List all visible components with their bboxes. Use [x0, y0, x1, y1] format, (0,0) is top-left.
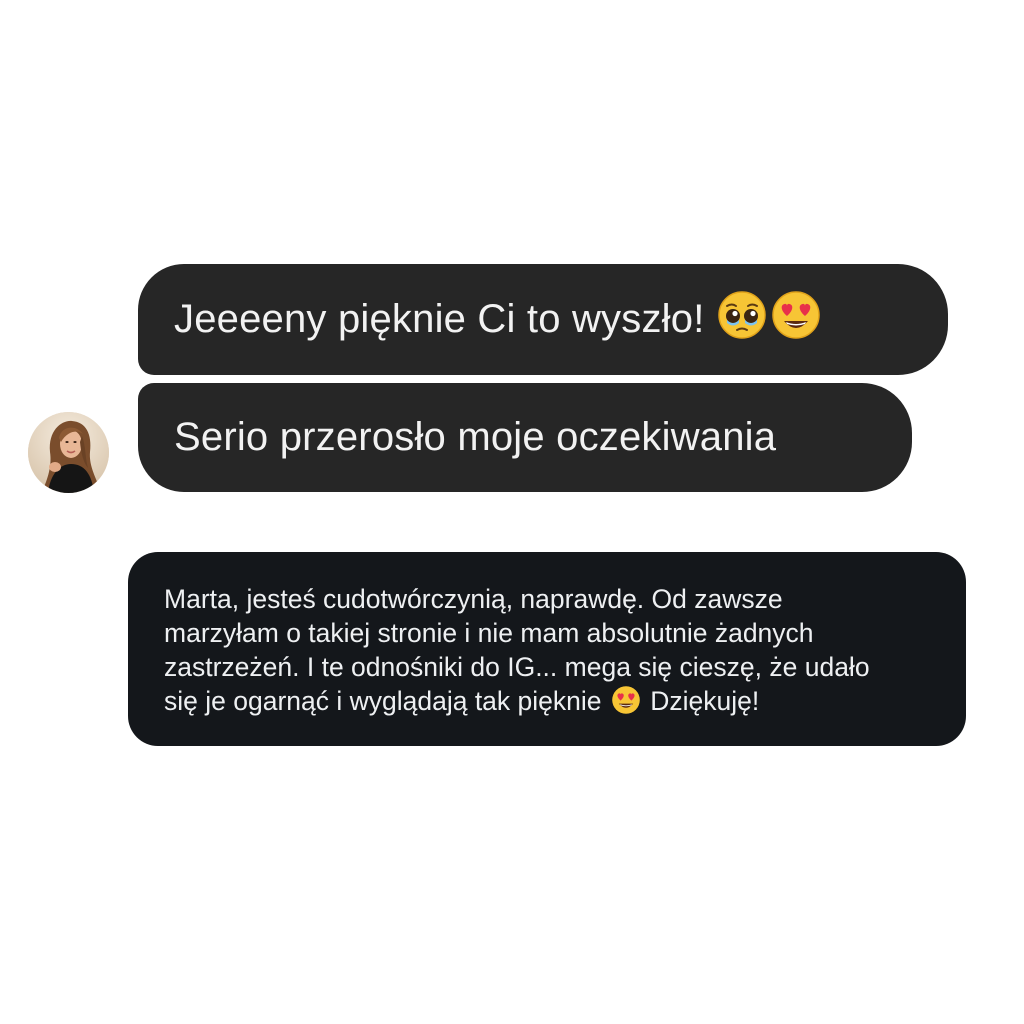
message-2-text: Serio przerosło moje oczekiwania — [174, 415, 777, 459]
heart-eyes-face-icon — [611, 685, 641, 723]
testimonial-card: Marta, jesteś cudotwórczynią, naprawdę. … — [128, 552, 966, 746]
chat-bubble-message-2[interactable]: Serio przerosło moje oczekiwania — [138, 383, 912, 492]
testimonial-line-3: zastrzeżeń. I te odnośniki do IG... mega… — [164, 652, 870, 682]
avatar-photo-icon — [28, 412, 109, 493]
chat-bubble-message-1[interactable]: Jeeeeny pięknie Ci to wyszło! — [138, 264, 948, 375]
testimonial-line-4-text: się je ogarnąć i wyglądają tak pięknie — [164, 686, 602, 716]
testimonial-line-2: marzyłam o takiej stronie i nie mam abso… — [164, 618, 814, 648]
testimonial-closing: Dziękuję! — [650, 686, 760, 716]
pleading-face-icon — [717, 290, 767, 350]
heart-eyes-face-icon — [771, 290, 821, 350]
message-1-emojis — [717, 290, 821, 350]
testimonial-line-1: Marta, jesteś cudotwórczynią, naprawdę. … — [164, 584, 783, 614]
message-1-text: Jeeeeny pięknie Ci to wyszło! — [174, 297, 705, 341]
sender-avatar[interactable] — [28, 412, 109, 493]
testimonial-line-4: się je ogarnąć i wyglądają tak pięknie D… — [164, 684, 932, 723]
